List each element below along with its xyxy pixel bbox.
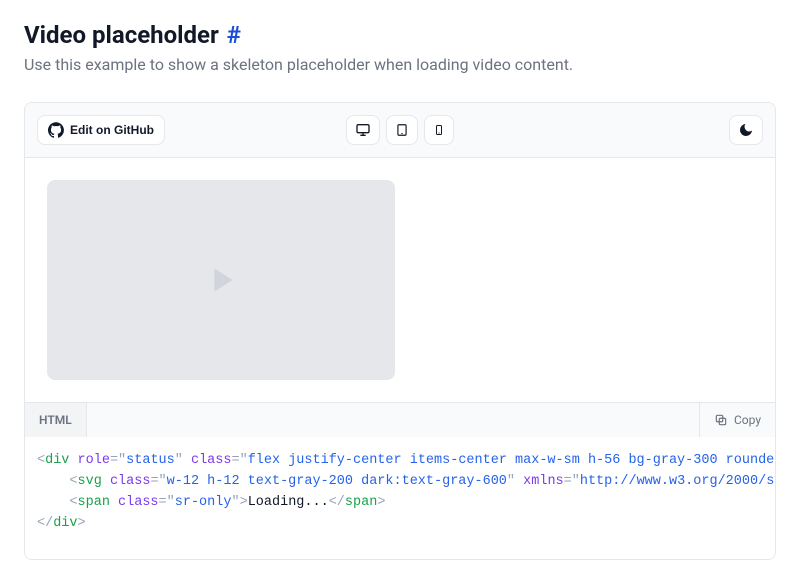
- copy-icon: [714, 413, 728, 427]
- tablet-icon: [395, 122, 409, 138]
- moon-icon: [738, 122, 754, 138]
- section-title-text: Video placeholder: [24, 20, 219, 51]
- example-panel: Edit on GitHub: [24, 102, 776, 560]
- desktop-icon: [355, 122, 371, 138]
- mobile-icon: [433, 122, 445, 138]
- edit-on-github-label: Edit on GitHub: [70, 123, 154, 137]
- dark-mode-toggle-button[interactable]: [729, 115, 763, 145]
- copy-button[interactable]: Copy: [699, 403, 775, 437]
- tablet-view-button[interactable]: [386, 115, 418, 145]
- desktop-view-button[interactable]: [346, 115, 380, 145]
- section-anchor-link[interactable]: #: [227, 20, 241, 51]
- edit-on-github-button[interactable]: Edit on GitHub: [37, 115, 165, 145]
- section-title: Video placeholder #: [24, 20, 776, 51]
- code-block[interactable]: <div role="status" class="flex justify-c…: [25, 437, 775, 559]
- mobile-view-button[interactable]: [424, 115, 454, 145]
- example-toolbar: Edit on GitHub: [25, 103, 775, 158]
- copy-label: Copy: [734, 413, 761, 427]
- video-skeleton-placeholder: [47, 180, 395, 380]
- section-description: Use this example to show a skeleton plac…: [24, 55, 776, 74]
- code-tab-bar: HTML Copy: [25, 402, 775, 437]
- play-icon: [201, 260, 241, 300]
- preview-area: [25, 158, 775, 402]
- github-icon: [48, 122, 64, 138]
- tab-html[interactable]: HTML: [25, 403, 87, 437]
